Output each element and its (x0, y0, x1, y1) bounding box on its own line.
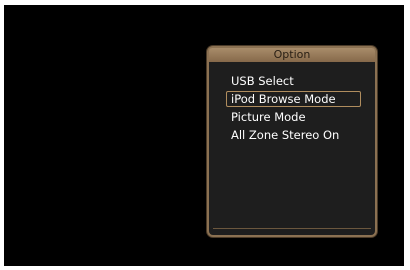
panel-divider (213, 228, 371, 229)
option-menu-title: Option (209, 48, 375, 62)
option-menu-panel: Option USB Select iPod Browse Mode Pictu… (207, 46, 377, 237)
option-menu-list: USB Select iPod Browse Mode Picture Mode… (209, 72, 375, 144)
menu-item-picture-mode[interactable]: Picture Mode (231, 108, 375, 126)
tv-screen: Option USB Select iPod Browse Mode Pictu… (4, 5, 404, 266)
menu-item-ipod-browse-mode[interactable]: iPod Browse Mode (226, 90, 375, 108)
menu-item-all-zone-stereo-on[interactable]: All Zone Stereo On (231, 126, 375, 144)
menu-item-usb-select[interactable]: USB Select (231, 72, 375, 90)
